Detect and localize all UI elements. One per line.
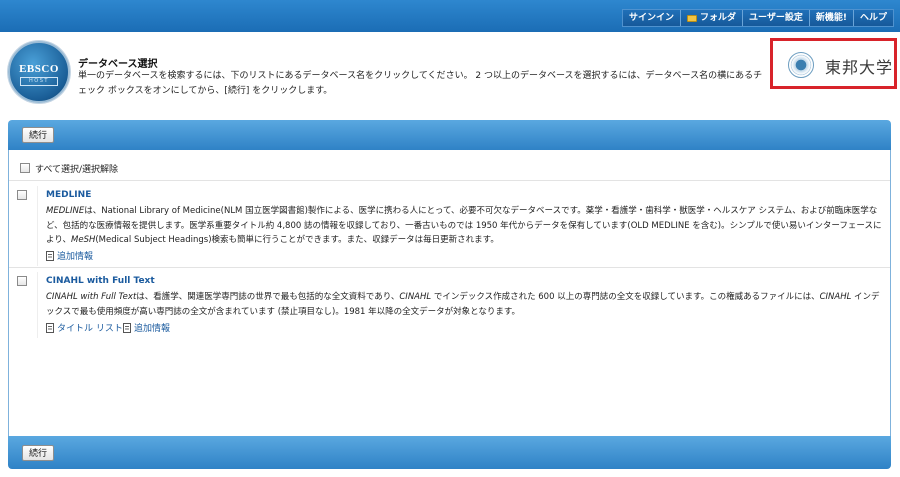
university-name: 東邦大学 <box>825 58 894 77</box>
top-navigation: サインイン フォルダ ユーザー設定 新機能! ヘルプ <box>622 9 894 27</box>
document-icon <box>46 250 54 261</box>
cinahl-description: CINAHL with Full Textは、看護学、関連医学専門誌の世界で最も… <box>46 292 880 317</box>
panel-header-bar: 続行 <box>8 120 891 150</box>
page-header: EBSCO HOST データベース選択 単一のデータベースを検索するには、下のリ… <box>0 32 900 112</box>
instructions-text: 単一のデータベースを検索するには、下のリストにあるデータベース名をクリックしてく… <box>78 71 763 96</box>
panel-footer-bar: 続行 <box>8 436 891 469</box>
database-list-panel: すべて選択/選択解除 MEDLINE MEDLINEは、National Lib… <box>8 150 891 436</box>
database-row-cinahl: CINAHL with Full Text CINAHL with Full T… <box>9 272 890 338</box>
document-icon <box>123 322 131 333</box>
select-all-label: すべて選択/選択解除 <box>35 165 119 175</box>
cinahl-link[interactable]: CINAHL with Full Text <box>46 276 155 286</box>
medline-more-info-link[interactable]: 追加情報 <box>46 249 93 262</box>
document-icon <box>46 322 54 333</box>
row-separator <box>37 272 38 338</box>
university-emblem-icon <box>788 52 814 78</box>
row-separator <box>37 186 38 266</box>
logo-subtext: HOST <box>20 77 58 86</box>
cinahl-more-info-link[interactable]: 追加情報 <box>123 321 170 334</box>
folder-label: フォルダ <box>700 13 737 23</box>
new-features-link[interactable]: 新機能! <box>808 10 853 26</box>
logo-text: EBSCO <box>19 63 59 75</box>
top-bar: サインイン フォルダ ユーザー設定 新機能! ヘルプ <box>0 0 900 32</box>
cinahl-checkbox[interactable] <box>17 276 27 286</box>
medline-link[interactable]: MEDLINE <box>46 190 91 200</box>
medline-checkbox[interactable] <box>17 190 27 200</box>
more-info-label: 追加情報 <box>57 252 94 262</box>
cinahl-title-list-link[interactable]: タイトル リスト <box>46 321 123 334</box>
user-settings-link[interactable]: ユーザー設定 <box>742 10 809 26</box>
more-info-label: 追加情報 <box>134 324 171 334</box>
signin-link[interactable]: サインイン <box>623 10 680 26</box>
divider <box>9 180 890 181</box>
university-logo: 東邦大学 <box>770 38 897 89</box>
continue-button-top[interactable]: 続行 <box>22 127 55 143</box>
select-all-checkbox[interactable] <box>20 163 30 173</box>
folder-icon <box>687 14 698 22</box>
help-link[interactable]: ヘルプ <box>852 10 893 26</box>
page-title: データベース選択 <box>78 59 158 70</box>
ebsco-host-logo: EBSCO HOST <box>8 41 70 103</box>
folder-link[interactable]: フォルダ <box>680 10 742 26</box>
divider <box>9 267 890 268</box>
title-list-label: タイトル リスト <box>57 324 123 334</box>
medline-description: MEDLINEは、National Library of Medicine(NL… <box>46 206 882 245</box>
database-row-medline: MEDLINE MEDLINEは、National Library of Med… <box>9 186 890 266</box>
continue-button-bottom[interactable]: 続行 <box>22 445 55 461</box>
